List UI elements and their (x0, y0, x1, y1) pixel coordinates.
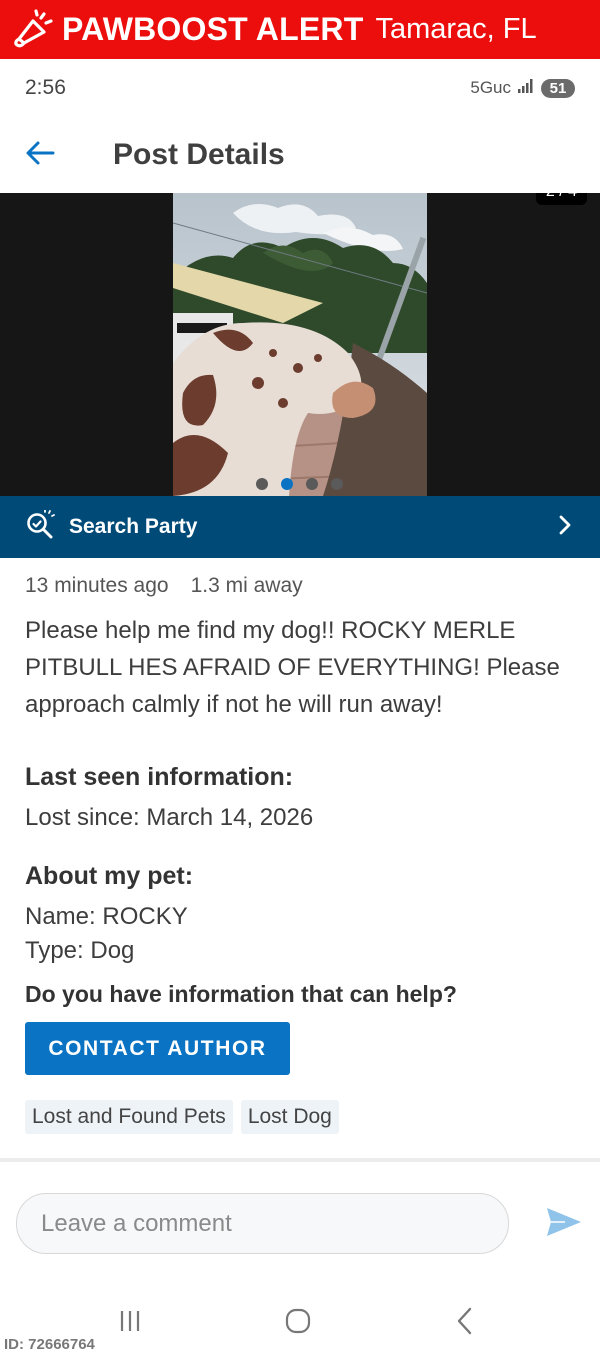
post-content: 13 minutes ago 1.3 mi away Please help m… (25, 570, 580, 1134)
recent-apps-button[interactable] (110, 1305, 150, 1341)
send-button[interactable] (545, 1206, 585, 1242)
chevron-left-icon (453, 1306, 477, 1341)
comment-input[interactable]: Leave a comment (16, 1193, 509, 1254)
post-time-ago: 13 minutes ago (25, 574, 169, 597)
last-seen-heading: Last seen information: (25, 763, 294, 791)
system-back-button[interactable] (445, 1305, 485, 1341)
search-party-button[interactable]: Search Party (0, 496, 600, 558)
network-label: 5Guc (470, 78, 511, 97)
alarm-bell-icon (10, 7, 56, 53)
search-party-label: Search Party (69, 515, 198, 538)
pet-photo (173, 193, 427, 496)
carousel-dots-svg (256, 478, 343, 490)
home-button[interactable] (278, 1305, 318, 1341)
contact-author-button[interactable]: CONTACT AUTHOR (25, 1022, 290, 1075)
carousel-dots[interactable] (254, 476, 350, 492)
section-divider (0, 1158, 600, 1162)
recent-apps-icon (115, 1308, 145, 1339)
home-icon (283, 1306, 313, 1341)
back-button[interactable] (0, 117, 80, 193)
post-distance: 1.3 mi away (190, 574, 303, 597)
battery-indicator: 51 (541, 78, 575, 98)
pet-name-text: Name: ROCKY (25, 903, 188, 930)
about-pet-heading: About my pet: (25, 862, 194, 890)
tag-lost-and-found-pets[interactable]: Lost and Found Pets (25, 1100, 233, 1134)
status-icons: 5Guc 51 (470, 78, 575, 99)
send-icon (545, 1208, 583, 1242)
app-header: Post Details (0, 117, 600, 193)
post-meta: 13 minutes ago 1.3 mi away (25, 570, 580, 602)
post-description: Please help me find my dog!! ROCKY MERLE… (25, 617, 560, 718)
chevron-right-icon (558, 515, 572, 540)
help-heading: Do you have information that can help? (25, 981, 457, 1007)
carousel-dot[interactable] (256, 478, 268, 490)
arrow-left-icon (25, 140, 55, 171)
carousel-dot[interactable] (306, 478, 318, 490)
status-time: 2:56 (25, 76, 66, 99)
image-counter: 2 / 4 (535, 193, 587, 205)
post-id-label: ID: 72666764 (4, 1336, 95, 1353)
signal-icon (517, 78, 535, 99)
photo-gallery[interactable]: 2 / 4 (0, 193, 600, 496)
carousel-dot[interactable] (331, 478, 343, 490)
carousel-dot-active[interactable] (281, 478, 293, 490)
page-title: Post Details (113, 138, 285, 171)
pet-type-text: Type: Dog (25, 937, 135, 964)
tag-lost-dog[interactable]: Lost Dog (240, 1100, 339, 1134)
tag-list: Lost and Found Pets Lost Dog (25, 1100, 580, 1134)
search-party-icon (25, 508, 55, 545)
status-bar: 2:56 5Guc 51 (0, 59, 600, 117)
banner-location: Tamarac, FL (375, 13, 537, 45)
pawboost-alert-banner: PAWBOOST ALERT Tamarac, FL (0, 0, 600, 59)
lost-since-text: Lost since: March 14, 2026 (25, 804, 314, 831)
banner-brand: PAWBOOST ALERT (62, 11, 364, 47)
